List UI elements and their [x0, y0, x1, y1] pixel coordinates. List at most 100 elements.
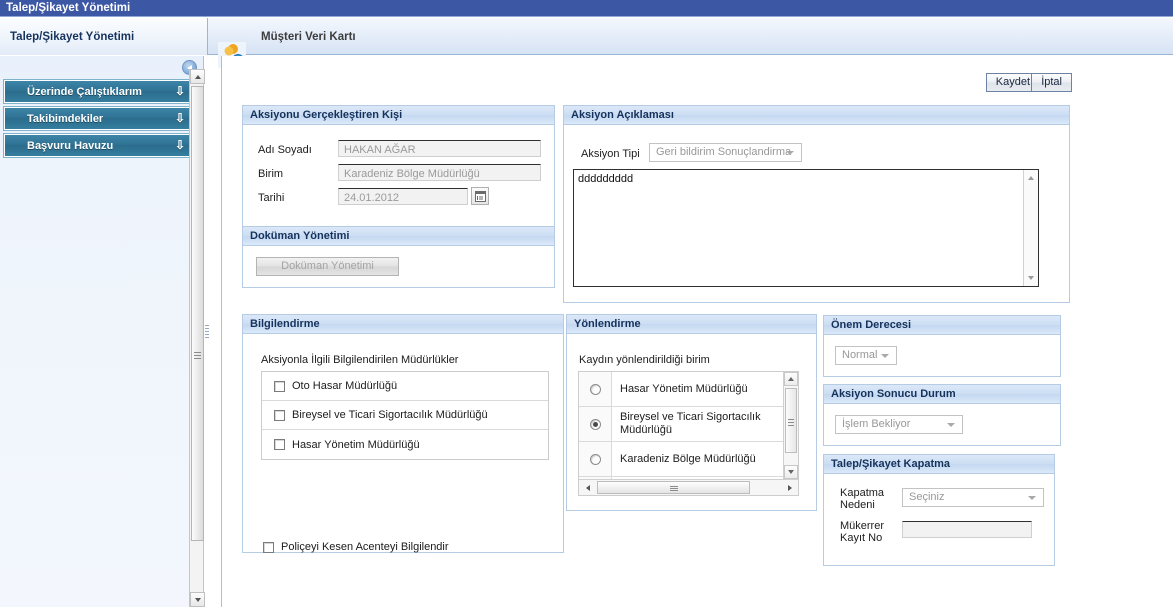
list-item-label: Hasar Yönetim Müdürlüğü: [292, 438, 420, 451]
checkbox-icon[interactable]: [263, 541, 274, 553]
scroll-left-icon[interactable]: [580, 480, 595, 495]
person-panel-body: Adı Soyadı HAKAN AĞAR Birim Karadeniz Bö…: [243, 125, 554, 226]
routing-panel-body: Kaydın yönlendirildiği birim Hasar Yönet…: [567, 334, 816, 510]
name-label: Adı Soyadı: [258, 144, 312, 156]
sidebar-item-label: Başvuru Havuzu: [27, 139, 114, 152]
info-panel-title: Bilgilendirme: [243, 315, 563, 334]
scroll-up-icon[interactable]: [1024, 171, 1038, 185]
list-item-label: Bireysel ve Ticari Sigortacılık Müdürlüğ…: [292, 409, 488, 421]
document-panel-title: Doküman Yönetimi: [243, 227, 554, 246]
unit-field[interactable]: Karadeniz Bölge Müdürlüğü: [338, 164, 541, 181]
tab-musteri-veri-karti[interactable]: Müşteri Veri Kartı: [209, 18, 469, 55]
list-item-label: Hasar Yönetim Müdürlüğü: [620, 382, 748, 395]
priority-panel-body: Normal: [824, 335, 1060, 376]
closing-panel: Talep/Şikayet Kapatma Kapatma Nedeni Seç…: [823, 454, 1055, 566]
scroll-down-icon[interactable]: [784, 465, 798, 479]
routing-list-label: Kaydın yönlendirildiği birim: [579, 354, 710, 366]
scrollbar-thumb[interactable]: [597, 481, 750, 494]
radio-icon[interactable]: [589, 453, 601, 465]
window-title: Talep/Şikayet Yönetimi: [6, 2, 131, 14]
routing-panel-title: Yönlendirme: [567, 315, 816, 334]
closing-reason-label-line2: Nedeni: [840, 499, 875, 511]
unit-label: Birim: [258, 168, 284, 180]
scroll-down-icon[interactable]: [1024, 271, 1038, 285]
chevron-down-icon: [881, 354, 889, 358]
action-description-textarea[interactable]: ddddddddd: [573, 169, 1039, 287]
scroll-up-icon[interactable]: [190, 69, 205, 84]
checkbox-icon[interactable]: [274, 380, 285, 392]
list-item[interactable]: Hasar Yönetim Müdürlüğü: [579, 372, 798, 407]
document-management-button[interactable]: Doküman Yönetimi: [256, 257, 399, 276]
list-item[interactable]: Karadeniz Bölge Müdürlüğü: [579, 442, 798, 477]
sidebar-vertical-scrollbar[interactable]: [189, 69, 205, 607]
sidebar-item-takibimdekiler[interactable]: Takibimdekiler ⇩: [3, 106, 197, 131]
inform-agency-checkbox-row[interactable]: Poliçeyi Kesen Acenteyi Bilgilendir: [263, 541, 449, 553]
tab-label: Talep/Şikayet Yönetimi: [10, 30, 135, 43]
routing-panel: Yönlendirme Kaydın yönlendirildiği birim…: [566, 314, 817, 511]
scrollbar-thumb[interactable]: [785, 388, 797, 453]
chevron-down-icon: [1028, 496, 1036, 500]
chevron-down-icon: ⇩: [174, 84, 185, 98]
info-checkbox-list: Oto Hasar Müdürlüğü Bireysel ve Ticari S…: [261, 371, 549, 460]
status-value: İşlem Bekliyor: [842, 418, 911, 430]
closing-panel-body: Kapatma Nedeni Seçiniz Mükerrer Kayıt No: [824, 474, 1054, 565]
date-field[interactable]: 24.01.2012: [338, 188, 468, 205]
routing-radio-list[interactable]: Hasar Yönetim Müdürlüğü Bireysel ve Tica…: [578, 371, 799, 496]
priority-panel: Önem Derecesi Normal: [823, 315, 1061, 377]
duplicate-record-field[interactable]: [902, 521, 1032, 538]
document-panel: Doküman Yönetimi Doküman Yönetimi: [242, 226, 555, 288]
name-field[interactable]: HAKAN AĞAR: [338, 140, 541, 157]
checkbox-icon[interactable]: [274, 439, 285, 450]
radio-icon[interactable]: [589, 383, 601, 395]
radio-cell[interactable]: [579, 407, 612, 441]
application-window: Talep/Şikayet Yönetimi Talep/Şikayet Yön…: [0, 0, 1173, 607]
chevron-down-icon: [947, 423, 955, 427]
list-item[interactable]: Bireysel ve Ticari Sigortacılık Müdürlüğ…: [262, 401, 548, 430]
list-item[interactable]: Oto Hasar Müdürlüğü: [262, 372, 548, 401]
priority-dropdown[interactable]: Normal: [835, 346, 897, 365]
status-panel: Aksiyon Sonucu Durum İşlem Bekliyor: [823, 384, 1061, 446]
radio-cell[interactable]: [579, 442, 612, 476]
action-type-dropdown[interactable]: Geri bildirim Sonuçlandirma: [649, 143, 802, 162]
status-panel-title: Aksiyon Sonucu Durum: [824, 385, 1060, 404]
action-description-panel: Aksiyon Açıklaması Aksiyon Tipi Geri bil…: [563, 105, 1070, 303]
action-type-label: Aksiyon Tipi: [581, 148, 640, 160]
sidebar-item-basvuru-havuzu[interactable]: Başvuru Havuzu ⇩: [3, 133, 197, 158]
scroll-up-icon[interactable]: [784, 372, 798, 386]
sidebar-item-uzerinde-calistiklarim[interactable]: Üzerinde Çalıştıklarım ⇩: [3, 79, 197, 104]
closing-reason-value: Seçiniz: [909, 491, 945, 503]
closing-reason-dropdown[interactable]: Seçiniz: [902, 488, 1044, 507]
scrollbar-grip-icon: [194, 352, 201, 359]
checkbox-icon[interactable]: [274, 409, 285, 421]
list-item[interactable]: Hasar Yönetim Müdürlüğü: [262, 430, 548, 459]
closing-reason-label-line1: Kapatma: [840, 487, 885, 499]
routing-horizontal-scrollbar[interactable]: [579, 479, 798, 495]
info-panel-body: Aksiyonla İlgili Bilgilendirilen Müdürlü…: [243, 334, 563, 553]
closing-reason-label: Kapatma Nedeni: [840, 487, 884, 511]
inform-agency-label: Poliçeyi Kesen Acenteyi Bilgilendir: [281, 541, 449, 553]
tab-strip: Talep/Şikayet Yönetimi Müşteri Veri Kart…: [0, 18, 1173, 68]
splitter-handle[interactable]: [205, 325, 209, 339]
priority-value: Normal: [842, 349, 878, 361]
action-panel-title: Aksiyon Açıklaması: [564, 106, 1069, 125]
info-list-label: Aksiyonla İlgili Bilgilendirilen Müdürlü…: [261, 354, 459, 366]
routing-vertical-scrollbar[interactable]: [783, 372, 798, 479]
cancel-button[interactable]: İptal: [1031, 73, 1072, 92]
status-dropdown[interactable]: İşlem Bekliyor: [835, 415, 963, 434]
radio-icon-selected[interactable]: [589, 418, 601, 430]
radio-cell[interactable]: [579, 372, 612, 406]
scrollbar-thumb[interactable]: [191, 86, 204, 541]
calendar-icon[interactable]: [471, 187, 489, 205]
scroll-down-icon[interactable]: [190, 592, 205, 607]
sidebar-menu: Üzerinde Çalıştıklarım ⇩ Takibimdekiler …: [3, 79, 197, 161]
tab-talep-sikayet-yonetimi[interactable]: Talep/Şikayet Yönetimi: [0, 18, 208, 55]
chevron-down-icon: [786, 151, 794, 155]
textarea-scrollbar[interactable]: [1023, 170, 1038, 286]
action-description-value: ddddddddd: [578, 173, 634, 185]
list-item[interactable]: Bireysel ve Ticari Sigortacılık Müdürlüğ…: [579, 407, 798, 442]
document-panel-body: Doküman Yönetimi: [243, 246, 554, 287]
scroll-right-icon[interactable]: [782, 480, 797, 495]
chevron-down-icon: ⇩: [174, 138, 185, 152]
status-panel-body: İşlem Bekliyor: [824, 404, 1060, 445]
window-titlebar: Talep/Şikayet Yönetimi: [0, 0, 1173, 17]
